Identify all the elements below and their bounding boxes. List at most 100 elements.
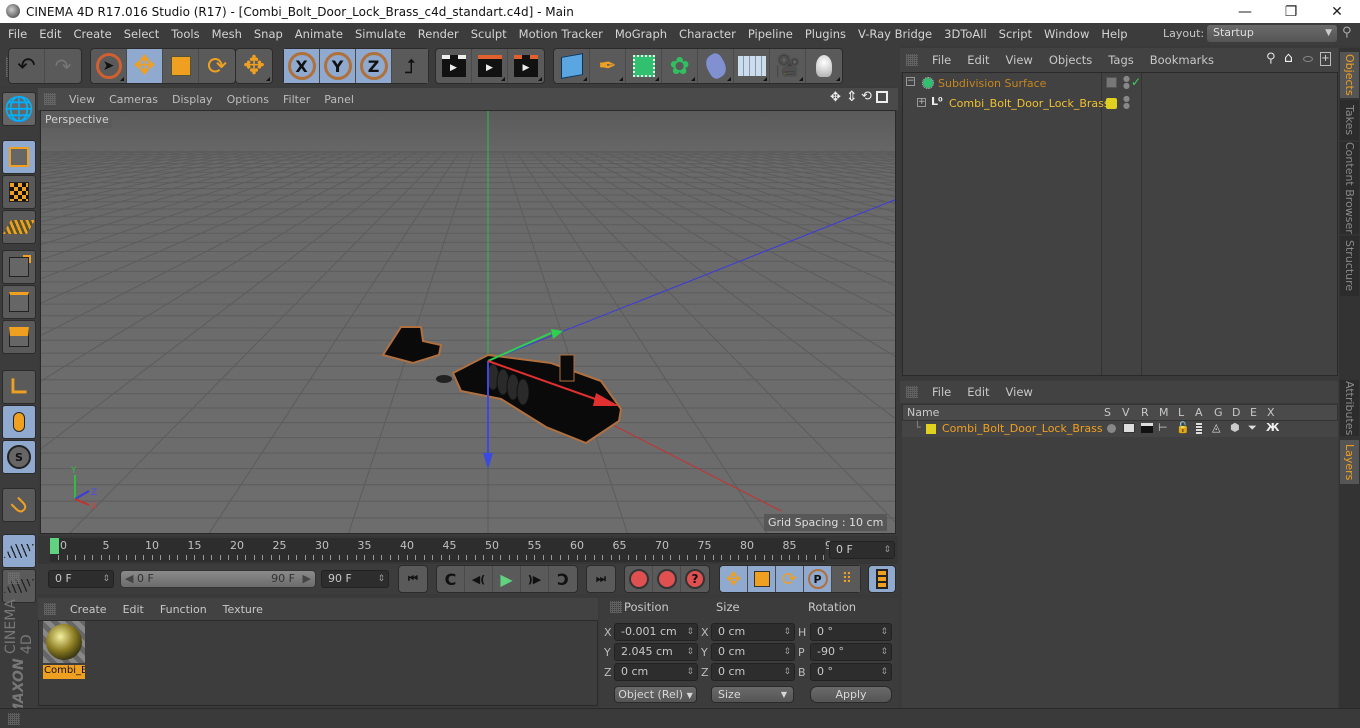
column-expressions[interactable]: E — [1250, 406, 1257, 419]
recent-tool-icon[interactable]: ✥ — [236, 49, 272, 83]
material-menu-create[interactable]: Create — [62, 603, 115, 616]
rotation-p-field[interactable]: -90 ° — [810, 643, 892, 661]
tab-content-browser[interactable]: Content Browser — [1340, 142, 1359, 234]
solo-toggle-icon[interactable] — [1107, 424, 1116, 433]
panel-grip[interactable] — [8, 572, 20, 584]
lm-menu-file[interactable]: File — [924, 385, 959, 399]
viewport-menu-panel[interactable]: Panel — [317, 93, 361, 106]
menu-mograph[interactable]: MoGraph — [609, 27, 673, 41]
param-key-icon[interactable]: P — [804, 566, 832, 592]
menu-mesh[interactable]: Mesh — [206, 27, 248, 41]
column-deformers[interactable]: D — [1232, 406, 1240, 419]
search-icon[interactable]: ⚲ — [1266, 51, 1276, 66]
viewport-menu-options[interactable]: Options — [220, 93, 276, 106]
panel-grip[interactable] — [44, 603, 56, 615]
search-icon[interactable]: ⚲ — [1342, 25, 1352, 40]
timeline-playhead[interactable] — [50, 538, 59, 554]
y-axis-icon[interactable]: Y — [320, 49, 356, 83]
scale-icon[interactable] — [163, 49, 199, 83]
coordinate-system-icon[interactable]: ⮥ — [392, 49, 428, 83]
model-mode-icon[interactable] — [2, 140, 36, 174]
end-frame-field[interactable]: 90 F — [321, 570, 389, 588]
deformers-toggle-icon[interactable]: ⬢ — [1230, 421, 1240, 434]
lm-menu-edit[interactable]: Edit — [959, 385, 997, 399]
column-solo[interactable]: S — [1104, 406, 1111, 419]
om-menu-objects[interactable]: Objects — [1041, 53, 1100, 67]
mograph-cloner-icon[interactable]: ✿ — [662, 49, 698, 83]
scale-key-icon[interactable] — [748, 566, 776, 592]
go-to-start-icon[interactable]: ⏮ — [399, 566, 427, 592]
object-name[interactable]: Combi_Bolt_Door_Lock_Brass — [949, 97, 1110, 110]
close-icon[interactable]: ✕ — [1314, 0, 1360, 23]
menu-pipeline[interactable]: Pipeline — [742, 27, 799, 41]
menu-render[interactable]: Render — [412, 27, 465, 41]
tab-layers[interactable]: Layers — [1340, 440, 1359, 484]
menu-plugins[interactable]: Plugins — [799, 27, 852, 41]
enabled-check-icon[interactable]: ✓ — [1131, 75, 1141, 89]
solo-mode-icon[interactable]: S — [2, 440, 36, 474]
column-animation[interactable]: A — [1195, 406, 1203, 419]
layer-name[interactable]: Combi_Bolt_Door_Lock_Brass — [942, 422, 1103, 435]
menu-snap[interactable]: Snap — [248, 27, 289, 41]
camera-label[interactable]: Perspective — [42, 111, 112, 128]
render-toggle-icon[interactable] — [1141, 423, 1153, 433]
panel-grip[interactable] — [906, 54, 918, 66]
pen-spline-icon[interactable]: ✒ — [590, 49, 626, 83]
material-name[interactable]: Combi_B — [43, 665, 85, 679]
move-icon[interactable]: ✥ — [127, 49, 163, 83]
column-name[interactable]: Name — [907, 406, 939, 419]
expand-icon[interactable]: + — [917, 98, 926, 107]
om-menu-tags[interactable]: Tags — [1100, 53, 1141, 67]
range-left-arrow-icon[interactable]: ◀ — [125, 572, 133, 585]
restore-icon[interactable]: ❐ — [1268, 0, 1314, 23]
live-selection-icon[interactable]: ➤ — [91, 49, 127, 83]
object-name[interactable]: Subdivision Surface — [938, 77, 1046, 90]
menu-motion-tracker[interactable]: Motion Tracker — [513, 27, 609, 41]
keyframe-selection-icon[interactable]: ? — [681, 566, 709, 592]
z-axis-icon[interactable]: Z — [356, 49, 392, 83]
eye-icon[interactable] — [1303, 56, 1313, 62]
position-x-field[interactable]: -0.001 cm — [614, 623, 698, 641]
frame-range-slider[interactable]: ◀ 0 F 90 F ▶ — [120, 570, 316, 588]
panel-grip[interactable] — [8, 713, 20, 725]
menu-3dtoall[interactable]: 3DToAll — [938, 27, 993, 41]
timeline-ruler[interactable]: 051015202530354045505560657075808590 — [50, 538, 839, 562]
object-row-subdivision-surface[interactable]: − Subdivision Surface ● ● ✓ — [903, 75, 1337, 93]
om-menu-bookmarks[interactable]: Bookmarks — [1142, 53, 1222, 67]
layer-color-swatch[interactable] — [926, 424, 936, 434]
column-xref[interactable]: X — [1267, 406, 1275, 419]
undo-icon[interactable]: ↶ — [9, 49, 45, 83]
menu-create[interactable]: Create — [68, 27, 118, 41]
menu-animate[interactable]: Animate — [289, 27, 349, 41]
pan-icon[interactable]: ✥ — [830, 90, 841, 105]
redo-icon[interactable]: ↷ — [45, 49, 81, 83]
deformer-icon[interactable] — [698, 49, 734, 83]
om-menu-file[interactable]: File — [924, 53, 959, 67]
render-settings-icon[interactable]: ▶ — [508, 49, 544, 83]
visibility-dots-icon[interactable]: ● ● — [1123, 95, 1130, 110]
viewport-menu-filter[interactable]: Filter — [276, 93, 317, 106]
panel-grip[interactable] — [906, 386, 918, 398]
column-generators[interactable]: G — [1214, 406, 1223, 419]
menu-window[interactable]: Window — [1038, 27, 1095, 41]
collapse-icon[interactable]: − — [906, 77, 915, 86]
position-y-field[interactable]: 2.045 cm — [614, 643, 698, 661]
manager-toggle-icon[interactable]: ⊢ — [1158, 421, 1168, 434]
menu-tools[interactable]: Tools — [165, 27, 205, 41]
layer-row[interactable]: └ Combi_Bolt_Door_Lock_Brass ⊢ 🔓 ◬ ⬢ ⏷ Ж — [902, 421, 1338, 437]
om-menu-view[interactable]: View — [998, 53, 1041, 67]
layer-color-icon[interactable] — [1106, 98, 1117, 109]
panel-grip[interactable] — [44, 93, 56, 105]
panel-grip[interactable] — [610, 601, 622, 613]
menu-file[interactable]: File — [2, 27, 33, 41]
menu-edit[interactable]: Edit — [33, 27, 67, 41]
minimize-icon[interactable]: — — [1222, 0, 1268, 23]
rotate-icon[interactable]: ⟳ — [199, 49, 235, 83]
menu-character[interactable]: Character — [673, 27, 742, 41]
polygons-mode-icon[interactable] — [2, 320, 36, 354]
viewport-menu-cameras[interactable]: Cameras — [102, 93, 165, 106]
size-mode-dropdown[interactable]: Size ▼ — [711, 686, 794, 703]
x-axis-icon[interactable]: X — [284, 49, 320, 83]
rotation-b-field[interactable]: 0 ° — [810, 663, 892, 681]
menu-sculpt[interactable]: Sculpt — [465, 27, 513, 41]
